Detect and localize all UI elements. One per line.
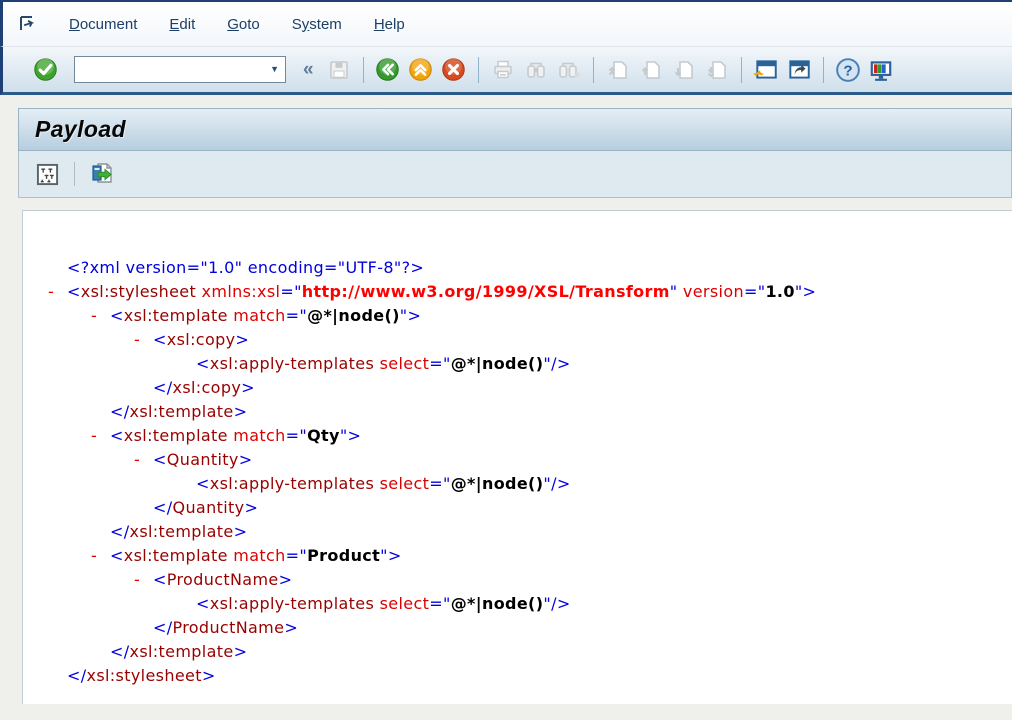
collapse-marker[interactable]: - <box>91 424 110 448</box>
xml-line: </xsl:template> <box>23 400 1012 424</box>
xml-line: </ProductName> <box>23 616 1012 640</box>
xml-line: -<ProductName> <box>23 568 1012 592</box>
xml-line: -<xsl:copy> <box>23 328 1012 352</box>
menu-item-help[interactable]: Help <box>358 10 421 39</box>
xml-line: </Quantity> <box>23 496 1012 520</box>
next-page-icon <box>670 55 698 85</box>
payload-panel: Payload <box>18 108 1012 198</box>
toolbar-separator <box>741 57 742 83</box>
xml-payload-viewer: <?xml version="1.0" encoding="UTF-8"?>-<… <box>22 210 1012 704</box>
xml-line: -<xsl:stylesheet xmlns:xsl="http://www.w… <box>23 280 1012 304</box>
menu-item-goto[interactable]: Goto <box>211 10 276 39</box>
command-field-wrap: ▼ <box>74 56 286 83</box>
xml-line: -<xsl:template match="Qty"> <box>23 424 1012 448</box>
xml-line: </xsl:template> <box>23 520 1012 544</box>
help-icon[interactable]: ? <box>834 55 862 85</box>
xml-lines: <?xml version="1.0" encoding="UTF-8"?>-<… <box>23 256 1012 688</box>
xml-line: <?xml version="1.0" encoding="UTF-8"?> <box>23 256 1012 280</box>
toolbar-separator <box>478 57 479 83</box>
menu-bar: DocumentEditGotoSystemHelp <box>0 2 1012 47</box>
command-dropdown-icon[interactable]: ▼ <box>268 65 285 74</box>
save-icon <box>325 55 353 85</box>
command-field[interactable] <box>75 59 268 80</box>
collapse-marker[interactable]: - <box>48 280 67 304</box>
sap-gui-window: DocumentEditGotoSystemHelp ▼ « <box>0 0 1012 710</box>
export-xml-icon[interactable] <box>87 159 117 189</box>
panel-title-bar: Payload <box>18 108 1012 151</box>
page-title: Payload <box>35 116 126 143</box>
xml-line: </xsl:copy> <box>23 376 1012 400</box>
enter-icon[interactable] <box>31 55 59 85</box>
work-area: Payload <box>0 108 1012 720</box>
svg-text:?: ? <box>843 62 852 79</box>
xml-line: <xsl:apply-templates select="@*|node()"/… <box>23 472 1012 496</box>
cancel-icon[interactable] <box>440 55 468 85</box>
create-shortcut-icon[interactable] <box>785 55 813 85</box>
xml-line: <xsl:apply-templates select="@*|node()"/… <box>23 352 1012 376</box>
first-page-icon <box>604 55 632 85</box>
exit-icon[interactable] <box>407 55 435 85</box>
xml-line: <xsl:apply-templates select="@*|node()"/… <box>23 592 1012 616</box>
toolbar-separator <box>593 57 594 83</box>
standard-toolbar: ▼ « <box>0 47 1012 95</box>
find-next-icon <box>555 55 583 85</box>
last-page-icon <box>703 55 731 85</box>
app-toolbar-separator <box>74 162 75 186</box>
xml-line: -<xsl:template match="Product"> <box>23 544 1012 568</box>
customize-layout-icon[interactable] <box>867 55 895 85</box>
back-icon[interactable] <box>374 55 402 85</box>
find-icon <box>522 55 550 85</box>
new-session-icon[interactable] <box>752 55 780 85</box>
system-menu-icon[interactable] <box>17 14 39 34</box>
xml-line: -<xsl:template match="@*|node()"> <box>23 304 1012 328</box>
collapse-marker[interactable]: - <box>91 544 110 568</box>
menu-item-edit[interactable]: Edit <box>153 10 211 39</box>
collapse-marker[interactable]: - <box>134 568 153 592</box>
toolbar-separator <box>823 57 824 83</box>
xml-line: </xsl:template> <box>23 640 1012 664</box>
application-toolbar <box>18 151 1012 198</box>
collapse-marker[interactable]: - <box>134 328 153 352</box>
toolbar-separator <box>363 57 364 83</box>
previous-page-icon <box>637 55 665 85</box>
menu-items: DocumentEditGotoSystemHelp <box>53 10 421 39</box>
menu-item-document[interactable]: Document <box>53 10 153 39</box>
menu-item-system[interactable]: System <box>276 10 358 39</box>
xml-line: -<Quantity> <box>23 448 1012 472</box>
xml-line: </xsl:stylesheet> <box>23 664 1012 688</box>
print-icon <box>489 55 517 85</box>
text-view-icon[interactable] <box>32 159 62 189</box>
collapse-toolbar-icon[interactable]: « <box>297 60 320 79</box>
collapse-marker[interactable]: - <box>134 448 153 472</box>
collapse-marker[interactable]: - <box>91 304 110 328</box>
